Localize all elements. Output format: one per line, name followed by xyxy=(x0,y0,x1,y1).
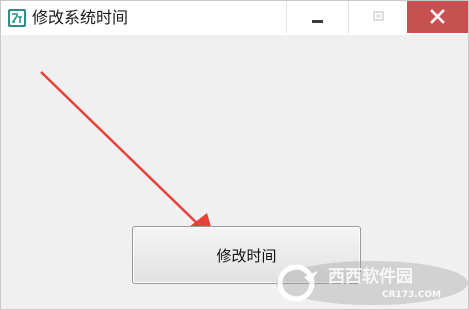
window-title: 修改系统时间 xyxy=(32,8,129,27)
app-window: 修改系统时间 修改时间 西西软件园 CR173.COM xyxy=(0,0,469,310)
close-icon xyxy=(430,9,445,24)
minimize-button[interactable] xyxy=(286,1,349,33)
maximize-button[interactable] xyxy=(348,1,408,33)
maximize-icon xyxy=(373,11,384,21)
title-bar[interactable]: 修改系统时间 xyxy=(1,1,468,35)
calendar-icon xyxy=(8,9,26,27)
watermark-brand: 西西软件园 xyxy=(328,267,413,287)
close-button[interactable] xyxy=(407,1,468,33)
minimize-icon xyxy=(312,20,323,23)
watermark-url: CR173.COM xyxy=(382,290,441,300)
